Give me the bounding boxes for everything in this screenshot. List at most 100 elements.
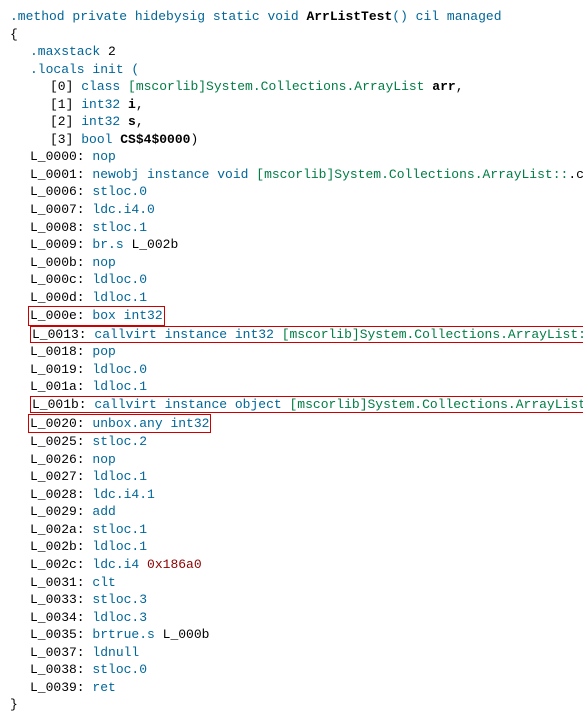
il-opcode: stloc.0 — [92, 662, 147, 677]
il-label: L_0025: — [30, 434, 92, 449]
il-label: L_002a: — [30, 522, 92, 537]
il-label: L_0035: — [30, 627, 92, 642]
il-line: L_0029: add — [10, 503, 573, 521]
il-label: L_001b: — [32, 397, 94, 412]
local-decl: [0] class [mscorlib]System.Collections.A… — [10, 78, 573, 96]
il-line: L_002a: stloc.1 — [10, 521, 573, 539]
il-opcode: unbox.any — [92, 416, 162, 431]
local-index: [1] — [50, 97, 81, 112]
il-line: L_0026: nop — [10, 451, 573, 469]
il-line: L_002b: ldloc.1 — [10, 538, 573, 556]
il-label: L_0018: — [30, 344, 92, 359]
il-label: L_0029: — [30, 504, 92, 519]
il-line: L_0019: ldloc.0 — [10, 361, 573, 379]
il-line: L_001a: ldloc.1 — [10, 378, 573, 396]
il-label: L_0000: — [30, 149, 92, 164]
il-line: L_002c: ldc.i4 0x186a0 — [10, 556, 573, 574]
maxstack-kw: .maxstack — [30, 44, 108, 59]
local-kw: int32 — [81, 114, 128, 129]
il-line: L_0018: pop — [10, 343, 573, 361]
brace-close: } — [10, 696, 573, 714]
il-code-view: .method private hidebysig static void Ar… — [10, 8, 573, 714]
il-opcode: brtrue.s — [92, 627, 154, 642]
il-label: L_0019: — [30, 362, 92, 377]
local-kw: int32 — [81, 97, 128, 112]
il-line: L_0038: stloc.0 — [10, 661, 573, 679]
il-label: L_0020: — [30, 416, 92, 431]
il-label: L_001a: — [30, 379, 92, 394]
il-label: L_000b: — [30, 255, 92, 270]
il-opcode: ret — [92, 680, 115, 695]
il-label: L_0001: — [30, 167, 92, 182]
il-label: L_0031: — [30, 575, 92, 590]
locals-init-kw: .locals init ( — [30, 62, 139, 77]
il-opcode: ldloc.1 — [92, 379, 147, 394]
method-name: ArrListTest — [306, 9, 392, 24]
il-mid: instance object — [165, 397, 290, 412]
il-type: [mscorlib]System.Collections.ArrayList:: — [282, 327, 583, 342]
local-comma: ) — [190, 132, 198, 147]
il-line: L_000d: ldloc.1 — [10, 289, 573, 307]
highlighted-box: L_0020: unbox.any int32 — [28, 414, 211, 434]
local-decl: [2] int32 s, — [10, 113, 573, 131]
il-line: L_0031: clt — [10, 574, 573, 592]
il-opcode: ldloc.0 — [92, 362, 147, 377]
highlighted-box: L_000e: box int32 — [28, 306, 165, 326]
il-line: L_0007: ldc.i4.0 — [10, 201, 573, 219]
il-opcode: add — [92, 504, 115, 519]
il-opcode: br.s — [92, 237, 123, 252]
il-tail: .ctor() — [568, 167, 583, 182]
il-arg: L_002b — [124, 237, 179, 252]
il-opcode: callvirt — [94, 327, 156, 342]
local-index: [3] — [50, 132, 81, 147]
il-opcode: box — [92, 308, 115, 323]
local-index: [2] — [50, 114, 81, 129]
il-line: L_0025: stloc.2 — [10, 433, 573, 451]
il-line: L_0037: ldnull — [10, 644, 573, 662]
il-line: L_0028: ldc.i4.1 — [10, 486, 573, 504]
il-type: [mscorlib]System.Collections.ArrayList:: — [256, 167, 568, 182]
il-opcode: ldloc.1 — [92, 290, 147, 305]
il-opcode: pop — [92, 344, 115, 359]
local-index: [0] — [50, 79, 81, 94]
local-comma: , — [456, 79, 464, 94]
il-mid: instance void — [147, 167, 256, 182]
il-line: L_0020: unbox.any int32 — [10, 414, 573, 434]
il-label: L_0008: — [30, 220, 92, 235]
local-decl: [1] int32 i, — [10, 96, 573, 114]
il-opcode: stloc.1 — [92, 522, 147, 537]
il-line: L_0027: ldloc.1 — [10, 468, 573, 486]
local-kw: class — [81, 79, 128, 94]
brace-open: { — [10, 26, 573, 44]
highlighted-box: L_001b: callvirt instance object [mscorl… — [30, 396, 583, 413]
il-opcode: clt — [92, 575, 115, 590]
il-label: L_0027: — [30, 469, 92, 484]
il-arg: L_000b — [155, 627, 210, 642]
local-var: arr — [432, 79, 455, 94]
local-decl: [3] bool CS$4$0000) — [10, 131, 573, 149]
local-comma: , — [136, 114, 144, 129]
il-opcode: ldc.i4.0 — [92, 202, 154, 217]
il-label: L_000c: — [30, 272, 92, 287]
il-label: L_0033: — [30, 592, 92, 607]
sig-prefix: .method private hidebysig static void — [10, 9, 306, 24]
method-signature: .method private hidebysig static void Ar… — [10, 8, 573, 26]
il-line: L_0035: brtrue.s L_000b — [10, 626, 573, 644]
local-var: i — [128, 97, 136, 112]
il-opcode: ldloc.0 — [92, 272, 147, 287]
il-label: L_0009: — [30, 237, 92, 252]
il-opcode: ldc.i4 — [92, 557, 139, 572]
local-var: s — [128, 114, 136, 129]
il-opcode: callvirt — [94, 397, 156, 412]
il-argtype: int32 — [170, 416, 209, 431]
il-opcode: ldloc.3 — [92, 610, 147, 625]
il-line: L_0013: callvirt instance int32 [mscorli… — [10, 326, 573, 344]
il-label: L_0037: — [30, 645, 92, 660]
maxstack-line: .maxstack 2 — [10, 43, 573, 61]
il-opcode: stloc.0 — [92, 184, 147, 199]
highlighted-box: L_0013: callvirt instance int32 [mscorli… — [30, 326, 583, 343]
il-label: L_000e: — [30, 308, 92, 323]
il-opcode: stloc.2 — [92, 434, 147, 449]
il-line: L_000c: ldloc.0 — [10, 271, 573, 289]
il-label: L_0039: — [30, 680, 92, 695]
